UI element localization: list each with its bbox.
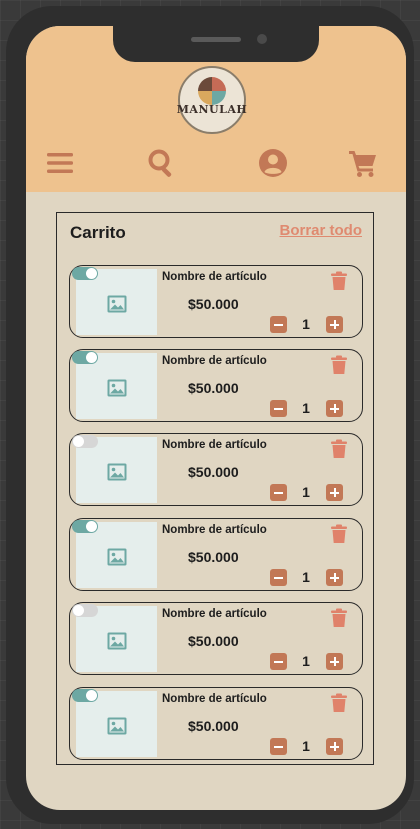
item-quantity: 1 [302, 569, 310, 585]
image-icon [107, 717, 127, 735]
image-icon [107, 548, 127, 566]
cart-item: Nombre de artículo $50.000 1 [69, 602, 363, 675]
front-camera [257, 34, 267, 44]
image-icon [107, 379, 127, 397]
item-price: $50.000 [188, 380, 239, 396]
cart-panel: Carrito Borrar todo Nombre de artículo $… [56, 212, 374, 765]
item-name: Nombre de artículo [162, 355, 267, 367]
trash-icon[interactable] [330, 271, 348, 291]
image-icon [107, 632, 127, 650]
increase-quantity-button[interactable] [326, 653, 343, 670]
item-name: Nombre de artículo [162, 271, 267, 283]
decrease-quantity-button[interactable] [270, 400, 287, 417]
trash-icon[interactable] [330, 439, 348, 459]
decrease-quantity-button[interactable] [270, 738, 287, 755]
trash-icon[interactable] [330, 693, 348, 713]
cart-item: Nombre de artículo $50.000 1 [69, 518, 363, 591]
trash-icon[interactable] [330, 608, 348, 628]
cart-item: Nombre de artículo $50.000 1 [69, 687, 363, 760]
item-name: Nombre de artículo [162, 439, 267, 451]
app-screen: MANULAH Carrito Borrar todo Nombre de ar… [26, 26, 406, 810]
speaker-grille [191, 37, 241, 42]
brand-logo[interactable]: MANULAH [176, 66, 248, 134]
toggle-knob [86, 521, 97, 532]
cart-item: Nombre de artículo $50.000 1 [69, 349, 363, 422]
item-name: Nombre de artículo [162, 608, 267, 620]
increase-quantity-button[interactable] [326, 400, 343, 417]
item-price: $50.000 [188, 718, 239, 734]
phone-notch [113, 26, 319, 62]
clear-all-link[interactable]: Borrar todo [280, 222, 363, 239]
item-select-toggle[interactable] [72, 351, 98, 364]
item-name: Nombre de artículo [162, 524, 267, 536]
increase-quantity-button[interactable] [326, 569, 343, 586]
item-quantity: 1 [302, 653, 310, 669]
item-quantity: 1 [302, 484, 310, 500]
yarn-ball-icon [198, 76, 226, 105]
logo-text: MANULAH [176, 102, 248, 116]
phone-frame: MANULAH Carrito Borrar todo Nombre de ar… [6, 6, 414, 824]
item-name: Nombre de artículo [162, 693, 267, 705]
increase-quantity-button[interactable] [326, 316, 343, 333]
toggle-knob [73, 605, 84, 616]
image-icon [107, 463, 127, 481]
item-price: $50.000 [188, 633, 239, 649]
toggle-knob [86, 690, 97, 701]
trash-icon[interactable] [330, 355, 348, 375]
item-select-toggle[interactable] [72, 267, 98, 280]
cart-item: Nombre de artículo $50.000 1 [69, 265, 363, 338]
item-quantity: 1 [302, 400, 310, 416]
cart-item: Nombre de artículo $50.000 1 [69, 433, 363, 506]
item-quantity: 1 [302, 316, 310, 332]
item-price: $50.000 [188, 549, 239, 565]
decrease-quantity-button[interactable] [270, 316, 287, 333]
toggle-knob [86, 268, 97, 279]
cart-icon[interactable] [348, 148, 378, 178]
item-select-toggle[interactable] [72, 604, 98, 617]
trash-icon[interactable] [330, 524, 348, 544]
account-icon[interactable] [258, 148, 288, 178]
increase-quantity-button[interactable] [326, 484, 343, 501]
decrease-quantity-button[interactable] [270, 569, 287, 586]
image-icon [107, 295, 127, 313]
item-price: $50.000 [188, 464, 239, 480]
item-select-toggle[interactable] [72, 520, 98, 533]
menu-icon[interactable] [45, 148, 75, 178]
toggle-knob [86, 352, 97, 363]
cart-title: Carrito [70, 223, 126, 242]
toggle-knob [73, 436, 84, 447]
decrease-quantity-button[interactable] [270, 484, 287, 501]
search-icon[interactable] [147, 148, 177, 178]
item-quantity: 1 [302, 738, 310, 754]
item-price: $50.000 [188, 296, 239, 312]
decrease-quantity-button[interactable] [270, 653, 287, 670]
increase-quantity-button[interactable] [326, 738, 343, 755]
item-select-toggle[interactable] [72, 689, 98, 702]
item-select-toggle[interactable] [72, 435, 98, 448]
